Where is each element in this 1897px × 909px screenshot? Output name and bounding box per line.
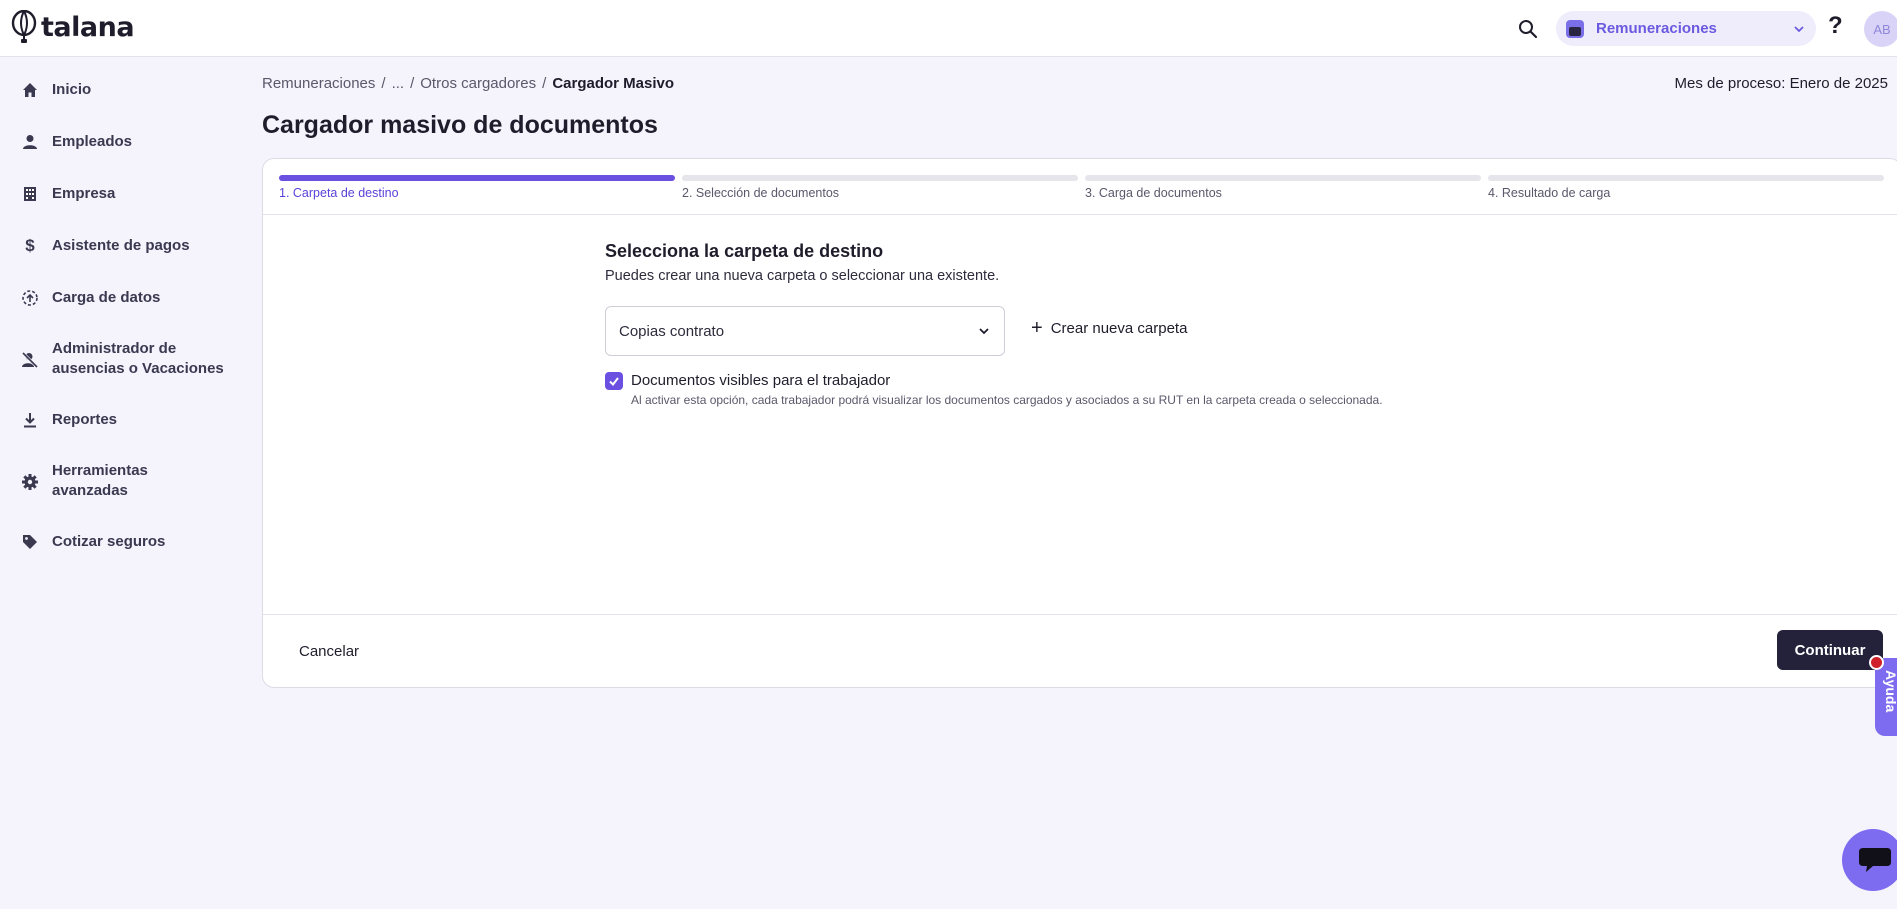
- sidebar-item-label: Carga de datos: [52, 289, 161, 306]
- dollar-icon: $: [25, 236, 35, 255]
- step-seleccion-documentos: 2. Selección de documentos: [682, 175, 1078, 200]
- search-icon: [1519, 20, 1538, 39]
- visible-documents-label[interactable]: Documentos visibles para el trabajador: [631, 372, 890, 389]
- tag-icon: [20, 532, 40, 552]
- sidebar-item-label: Herramientas avanzadas: [52, 462, 148, 499]
- chat-icon: [1859, 848, 1891, 872]
- sidebar-item-asistente-pagos[interactable]: $ Asistente de pagos: [0, 228, 240, 264]
- sidebar-item-herramientas[interactable]: Herramientas avanzadas: [0, 454, 240, 508]
- top-bar: talana Remuneraciones ? AB: [0, 0, 1897, 57]
- divider: [263, 214, 1897, 215]
- divider: [263, 614, 1897, 615]
- sidebar-item-label: Cotizar seguros: [52, 533, 166, 550]
- breadcrumb-separator: /: [542, 75, 547, 92]
- create-folder-button[interactable]: + Crear nueva carpeta: [1031, 317, 1188, 339]
- talana-logo[interactable]: talana: [10, 10, 135, 44]
- sidebar-item-label: Administrador de ausencias o Vacaciones: [52, 340, 224, 377]
- help-button[interactable]: ?: [1828, 12, 1843, 40]
- chat-button[interactable]: [1842, 829, 1897, 891]
- sidebar-item-reportes[interactable]: Reportes: [0, 402, 240, 438]
- cancel-button[interactable]: Cancelar: [299, 643, 359, 660]
- folder-select-value: Copias contrato: [619, 322, 725, 340]
- continue-button[interactable]: Continuar: [1777, 630, 1883, 670]
- breadcrumb-link-remuneraciones[interactable]: Remuneraciones: [262, 75, 375, 92]
- section-subtitle: Puedes crear una nueva carpeta o selecci…: [605, 268, 1000, 284]
- step-resultado-carga: 4. Resultado de carga: [1488, 175, 1884, 200]
- module-selector[interactable]: Remuneraciones: [1556, 11, 1816, 46]
- sidebar-item-carga-datos[interactable]: Carga de datos: [0, 280, 240, 316]
- sidebar-item-label: Empleados: [52, 133, 133, 150]
- chevron-down-icon: [979, 328, 989, 335]
- step-carpeta-destino: 1. Carpeta de destino: [279, 175, 675, 200]
- sidebar-item-label: Asistente de pagos: [52, 237, 190, 254]
- page-title: Cargador masivo de documentos: [262, 111, 658, 139]
- download-icon: [20, 410, 40, 430]
- sidebar-item-label: Empresa: [52, 185, 116, 202]
- step-label: 3. Carga de documentos: [1085, 186, 1222, 200]
- visible-documents-help: Al activar esta opción, cada trabajador …: [631, 393, 1383, 407]
- visible-documents-checkbox[interactable]: [605, 372, 623, 390]
- step-carga-documentos: 3. Carga de documentos: [1085, 175, 1481, 200]
- breadcrumb-separator: /: [410, 75, 415, 92]
- step-label: 2. Selección de documentos: [682, 186, 840, 200]
- sidebar-item-empleados[interactable]: Empleados: [0, 124, 240, 160]
- step-progress-bar: [1085, 175, 1481, 181]
- step-label: 4. Resultado de carga: [1488, 186, 1611, 200]
- chevron-down-icon: [1794, 25, 1804, 32]
- breadcrumb-current: Cargador Masivo: [552, 75, 675, 92]
- wizard-card: 1. Carpeta de destino 2. Selección de do…: [262, 158, 1897, 688]
- step-label: 1. Carpeta de destino: [279, 186, 399, 200]
- module-icon: [1566, 19, 1584, 38]
- gear-icon: [20, 472, 40, 492]
- search-button[interactable]: [1515, 16, 1541, 42]
- breadcrumb-separator: /: [381, 75, 386, 92]
- step-progress-bar: [1488, 175, 1884, 181]
- sidebar-item-cotizar-seguros[interactable]: Cotizar seguros: [0, 524, 240, 560]
- section-title: Selecciona la carpeta de destino: [605, 241, 884, 261]
- plus-icon: +: [1031, 317, 1043, 339]
- upload-icon: [20, 288, 40, 308]
- help-tab-label: Ayuda: [1883, 670, 1897, 713]
- create-folder-label: Crear nueva carpeta: [1050, 319, 1188, 337]
- step-progress-bar: [682, 175, 1078, 181]
- logo-text: talana: [41, 11, 135, 43]
- sidebar-item-empresa[interactable]: Empresa: [0, 176, 240, 212]
- sidebar-item-ausencias[interactable]: Administrador de ausencias o Vacaciones: [0, 332, 240, 386]
- folder-select[interactable]: Copias contrato: [605, 306, 1005, 356]
- breadcrumb: Remuneraciones / ... / Otros cargadores …: [262, 75, 674, 92]
- sidebar-item-label: Reportes: [52, 411, 118, 428]
- step-progress-bar: [279, 175, 675, 181]
- avatar[interactable]: AB: [1864, 11, 1897, 47]
- person-off-icon: [20, 350, 40, 370]
- person-icon: [20, 132, 40, 152]
- home-icon: [20, 80, 40, 100]
- building-icon: [20, 184, 40, 204]
- sidebar-item-label: Inicio: [52, 81, 92, 98]
- stepper: 1. Carpeta de destino 2. Selección de do…: [279, 175, 1897, 215]
- breadcrumb-link-otros-cargadores[interactable]: Otros cargadores: [420, 75, 536, 92]
- notification-dot: [1869, 655, 1884, 670]
- process-month: Mes de proceso: Enero de 2025: [1674, 75, 1888, 92]
- module-label: Remuneraciones: [1596, 20, 1717, 37]
- balloon-icon: [11, 10, 37, 43]
- breadcrumb-link-collapsed[interactable]: ...: [392, 75, 405, 92]
- check-icon: [609, 377, 619, 387]
- sidebar-item-inicio[interactable]: Inicio: [0, 72, 240, 108]
